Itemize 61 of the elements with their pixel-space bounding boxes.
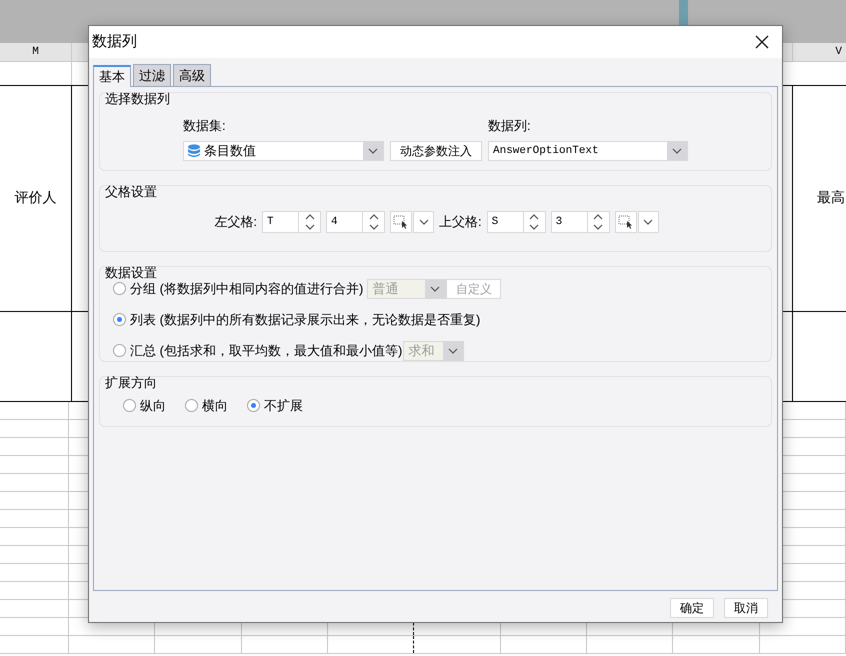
chevron-up-icon — [529, 214, 540, 220]
chevron-down-icon — [368, 224, 378, 230]
table-cell-text: 评价人 — [14, 188, 56, 207]
radio-button[interactable] — [113, 282, 126, 295]
tab[interactable]: 基本 — [93, 65, 131, 87]
dropdown-button[interactable] — [413, 211, 434, 233]
radio-button[interactable] — [113, 344, 126, 357]
cancel-button[interactable]: 取消 — [724, 598, 768, 618]
selection-cursor-icon — [393, 215, 409, 229]
radio-button[interactable] — [185, 399, 198, 412]
chevron-down-icon — [418, 219, 428, 225]
dropdown-field[interactable]: AnswerOptionText — [488, 141, 688, 161]
field-label: 数据列: — [488, 119, 532, 132]
group-title: 父格设置 — [105, 185, 157, 198]
chevron-up-icon — [304, 214, 314, 220]
radio-button[interactable] — [113, 313, 126, 326]
column-header: M — [0, 43, 72, 61]
radio-label: 分组 (将数据列中相同内容的值进行合并) — [130, 280, 364, 298]
table-cell-text: 最高 — [817, 188, 845, 207]
cell-picker-button[interactable] — [614, 211, 637, 233]
radio-button[interactable] — [247, 399, 260, 412]
window-title: 数据列 — [92, 32, 137, 52]
close-icon — [755, 35, 769, 49]
chevron-down-icon — [368, 148, 378, 154]
inject-parameter-button[interactable]: 动态参数注入 — [390, 141, 482, 161]
cell-picker-button[interactable] — [390, 211, 412, 233]
column-header: V — [792, 43, 846, 61]
selection-cursor-icon — [618, 215, 634, 229]
chevron-up-icon — [593, 214, 604, 220]
number-field[interactable]: T — [262, 211, 299, 233]
field-label: 数据集: — [183, 119, 227, 132]
group-title: 扩展方向 — [105, 376, 157, 389]
tab[interactable]: 过滤 — [133, 64, 171, 86]
group-title: 数据设置 — [105, 266, 157, 279]
chevron-down-icon — [593, 224, 604, 230]
radio-label: 横向 — [202, 397, 228, 415]
field-label: 上父格: — [439, 213, 482, 232]
radio-label: 列表 (数据列中的所有数据记录展示出来，无论数据是否重复) — [130, 310, 480, 329]
tab[interactable]: 高级 — [173, 64, 211, 86]
number-field[interactable]: 3 — [550, 211, 588, 233]
number-field[interactable]: S — [486, 211, 524, 233]
close-button[interactable] — [754, 34, 770, 50]
chevron-down-icon — [304, 224, 314, 230]
chevron-up-icon — [368, 214, 378, 220]
number-field[interactable]: 4 — [326, 211, 363, 233]
chevron-down-icon — [672, 148, 682, 154]
radio-button[interactable] — [123, 399, 136, 412]
radio-label: 不扩展 — [264, 397, 303, 415]
splitter-bar — [679, 0, 688, 25]
ok-button[interactable]: 确定 — [670, 598, 714, 618]
chevron-down-icon — [643, 219, 654, 225]
radio-label: 纵向 — [140, 397, 166, 415]
dropdown-button[interactable] — [638, 211, 659, 233]
group-title: 选择数据列 — [105, 92, 170, 105]
radio-label: 汇总 (包括求和，取平均数，最大值和最小值等) — [130, 342, 402, 360]
chevron-down-icon — [529, 224, 540, 230]
chevron-down-icon — [430, 286, 440, 292]
chevron-down-icon — [448, 348, 458, 354]
database-icon — [188, 144, 200, 158]
field-label: 左父格: — [213, 213, 257, 232]
dropdown-field[interactable]: 条目数值 — [183, 141, 384, 161]
